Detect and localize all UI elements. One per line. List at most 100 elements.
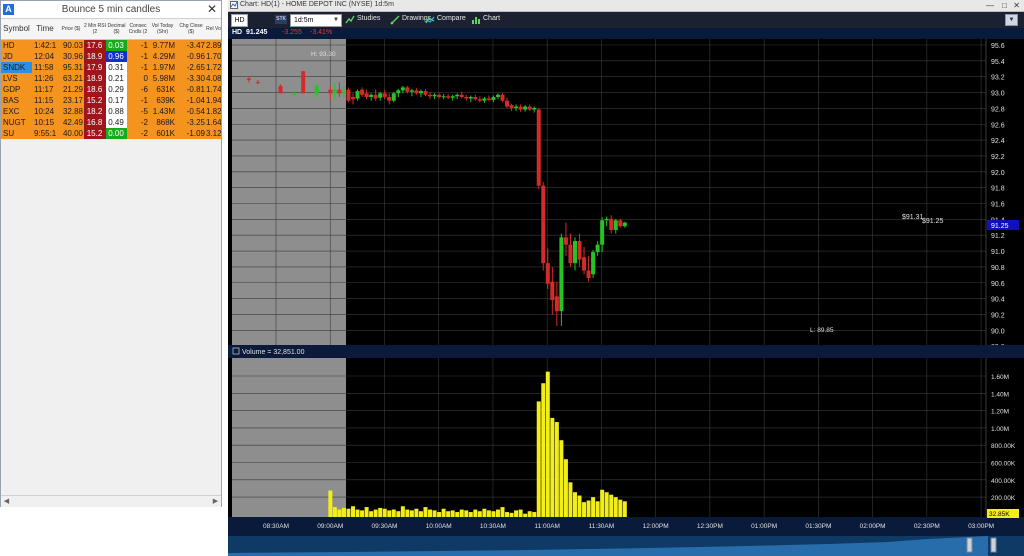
volume-bar	[486, 510, 491, 517]
chart-menu-icon[interactable]: ▼	[1005, 14, 1018, 26]
candle-body	[360, 89, 365, 95]
time-tick-label: 10:30AM	[480, 523, 506, 530]
time-tick-label: 02:30PM	[914, 523, 940, 530]
volume-bar	[541, 383, 546, 517]
volume-panel[interactable]: Volume = 32,851.00 1.60M 1.40M 1.20M 1.00M 80…	[228, 345, 1024, 517]
column-header-consec[interactable]: Consec Cndls (2	[127, 19, 149, 39]
candle-body	[373, 94, 378, 99]
table-row[interactable]: HD 1:42:1 90.03 17.6 0.03 -1 9.77M -3.47 2.89	[1, 40, 221, 51]
chart-canvas[interactable]: 95.6 95.4 93.2 93.0 92.8 92.6 92.4 92.2 92.0 91.8…	[228, 39, 1024, 556]
column-header-decimal[interactable]: Decimal ($)	[106, 19, 127, 39]
close-icon[interactable]: ✕	[1013, 1, 1020, 10]
cell-decimal: 0.21	[106, 73, 127, 84]
candle-body	[622, 222, 627, 227]
cell-chg: -0.96	[186, 52, 205, 61]
volume-bar	[468, 512, 473, 517]
horizontal-scrollbar[interactable]: ◀ ▶	[1, 495, 221, 507]
table-row[interactable]: SU 9:55:1 40.00 15.2 0.00 -2 601K -1.09 3.12	[1, 128, 221, 139]
candle-body	[378, 93, 383, 98]
table-row[interactable]: EXC 10:24 32.88 18.2 0.88 -5 1.43M -0.54 1.82	[1, 106, 221, 117]
price-tick-label: 93.2	[991, 75, 1005, 82]
candle-body	[387, 97, 392, 101]
price-tick-label: 91.2	[991, 233, 1005, 240]
candle-body	[491, 97, 496, 100]
table-row[interactable]: JD 12:04 30.96 18.9 0.96 -1 4.29M -0.96 1.70	[1, 51, 221, 62]
time-tick-label: 09:00AM	[317, 523, 343, 530]
volume-bar	[373, 509, 378, 517]
table-row[interactable]: GDP 11:17 21.29 18.6 0.29 -6 631K -0.81 1.74	[1, 84, 221, 95]
price-tick-label: 95.6	[991, 43, 1005, 50]
scanner-titlebar[interactable]: A Bounce 5 min candles ✕	[1, 1, 221, 19]
column-header-chg[interactable]: Chg Close ($)	[176, 19, 206, 39]
candle-body	[351, 97, 356, 100]
candle-body	[292, 93, 297, 95]
candle-body	[486, 98, 491, 100]
scroll-left-icon[interactable]: ◀	[2, 497, 11, 506]
volume-bar	[509, 512, 514, 517]
time-axis: 08:30AM 09:00AM 09:30AM 10:00AM 10:30AM 11:00…	[228, 517, 1024, 556]
volume-bar	[473, 509, 478, 517]
cell-vol: 601K	[156, 129, 175, 138]
cell-decimal: 0.00	[106, 128, 127, 139]
minimize-icon[interactable]: —	[986, 1, 994, 10]
cell-time: 11:17	[34, 85, 54, 94]
cell-consec: -5	[140, 107, 148, 116]
volume-header-label: Volume = 32,851.00	[242, 349, 305, 356]
symbol-box[interactable]: HD	[231, 14, 248, 27]
cell-consec: -1	[140, 52, 148, 61]
table-row[interactable]: SNDK 11:58 95.31 17.9 0.31 -1 1.97M -2.65 1.72	[1, 62, 221, 73]
cell-chg: -3.25	[186, 118, 205, 127]
annotation-2: $91.25	[922, 218, 944, 225]
last-price-tag: 91.25	[991, 223, 1009, 230]
maximize-icon[interactable]: □	[1002, 1, 1007, 10]
studies-button[interactable]: Studies	[357, 15, 380, 22]
table-row[interactable]: NUGT 10:15 42.49 16.8 0.49 -2 868K -3.25 1.64	[1, 117, 221, 128]
interval-value: 1d:5m	[294, 17, 314, 24]
studies-icon[interactable]	[345, 15, 355, 25]
chart-button[interactable]: Chart	[483, 15, 500, 22]
column-header-vol[interactable]: Vol Today (Shr)	[149, 19, 176, 39]
chart-icon[interactable]	[471, 15, 481, 25]
column-header-symbol[interactable]: Symbol	[1, 19, 32, 39]
drawings-icon[interactable]	[390, 15, 400, 25]
volume-bar	[369, 511, 374, 517]
column-header-price[interactable]: Price ($)	[58, 19, 84, 39]
price-panel[interactable]: 95.6 95.4 93.2 93.0 92.8 92.6 92.4 92.2 92.0 91.8…	[228, 39, 1024, 351]
volume-bar	[532, 512, 537, 517]
column-header-time[interactable]: Time	[32, 19, 58, 39]
chevron-down-icon: ▼	[333, 17, 339, 23]
table-row[interactable]: BAS 11:15 23.17 15.2 0.17 -1 639K -1.04 1.94	[1, 95, 221, 106]
cell-consec: -2	[140, 129, 148, 138]
cell-vol: 1.97M	[152, 63, 175, 72]
price-header-last: 91.245	[246, 29, 268, 36]
navigator-handle-right	[990, 537, 997, 553]
cell-rsi: 15.2	[84, 95, 106, 106]
compare-button[interactable]: Compare	[437, 15, 466, 22]
scroll-right-icon[interactable]: ▶	[211, 497, 220, 506]
candle-body	[455, 94, 460, 97]
volume-bar	[545, 371, 550, 517]
candle-body	[595, 244, 600, 253]
interval-select[interactable]: 1d:5m ▼	[290, 14, 342, 27]
volume-bar	[360, 510, 365, 517]
cell-decimal: 0.88	[106, 106, 127, 117]
volume-bar	[563, 459, 568, 517]
volume-bar	[491, 511, 496, 517]
compare-icon[interactable]	[425, 15, 435, 25]
column-header-rel[interactable]: Rel Vo	[206, 19, 221, 39]
price-tick-label: 92.6	[991, 122, 1005, 129]
candle-body	[477, 99, 482, 101]
volume-bar	[559, 440, 564, 517]
cell-decimal: 0.49	[106, 117, 127, 128]
price-header: HD 91.245 -3.255 -3.41%	[228, 28, 1024, 39]
table-row[interactable]: LVS 11:26 63.21 18.9 0.21 0 5.98M -3.30 4.08	[1, 73, 221, 84]
candle-body	[341, 91, 346, 94]
column-header-rsi[interactable]: 2 Min RSI (2	[84, 19, 106, 39]
cell-vol: 868K	[156, 118, 175, 127]
close-icon[interactable]: ✕	[207, 2, 217, 16]
volume-bar	[437, 512, 442, 517]
cell-time: 10:15	[34, 118, 55, 127]
chart-titlebar[interactable]: Chart: HD(1) - HOME DEPOT INC (NYSE) 1d:…	[228, 0, 1024, 12]
chart-window-icon	[230, 1, 238, 9]
cell-symbol: LVS	[1, 73, 32, 84]
